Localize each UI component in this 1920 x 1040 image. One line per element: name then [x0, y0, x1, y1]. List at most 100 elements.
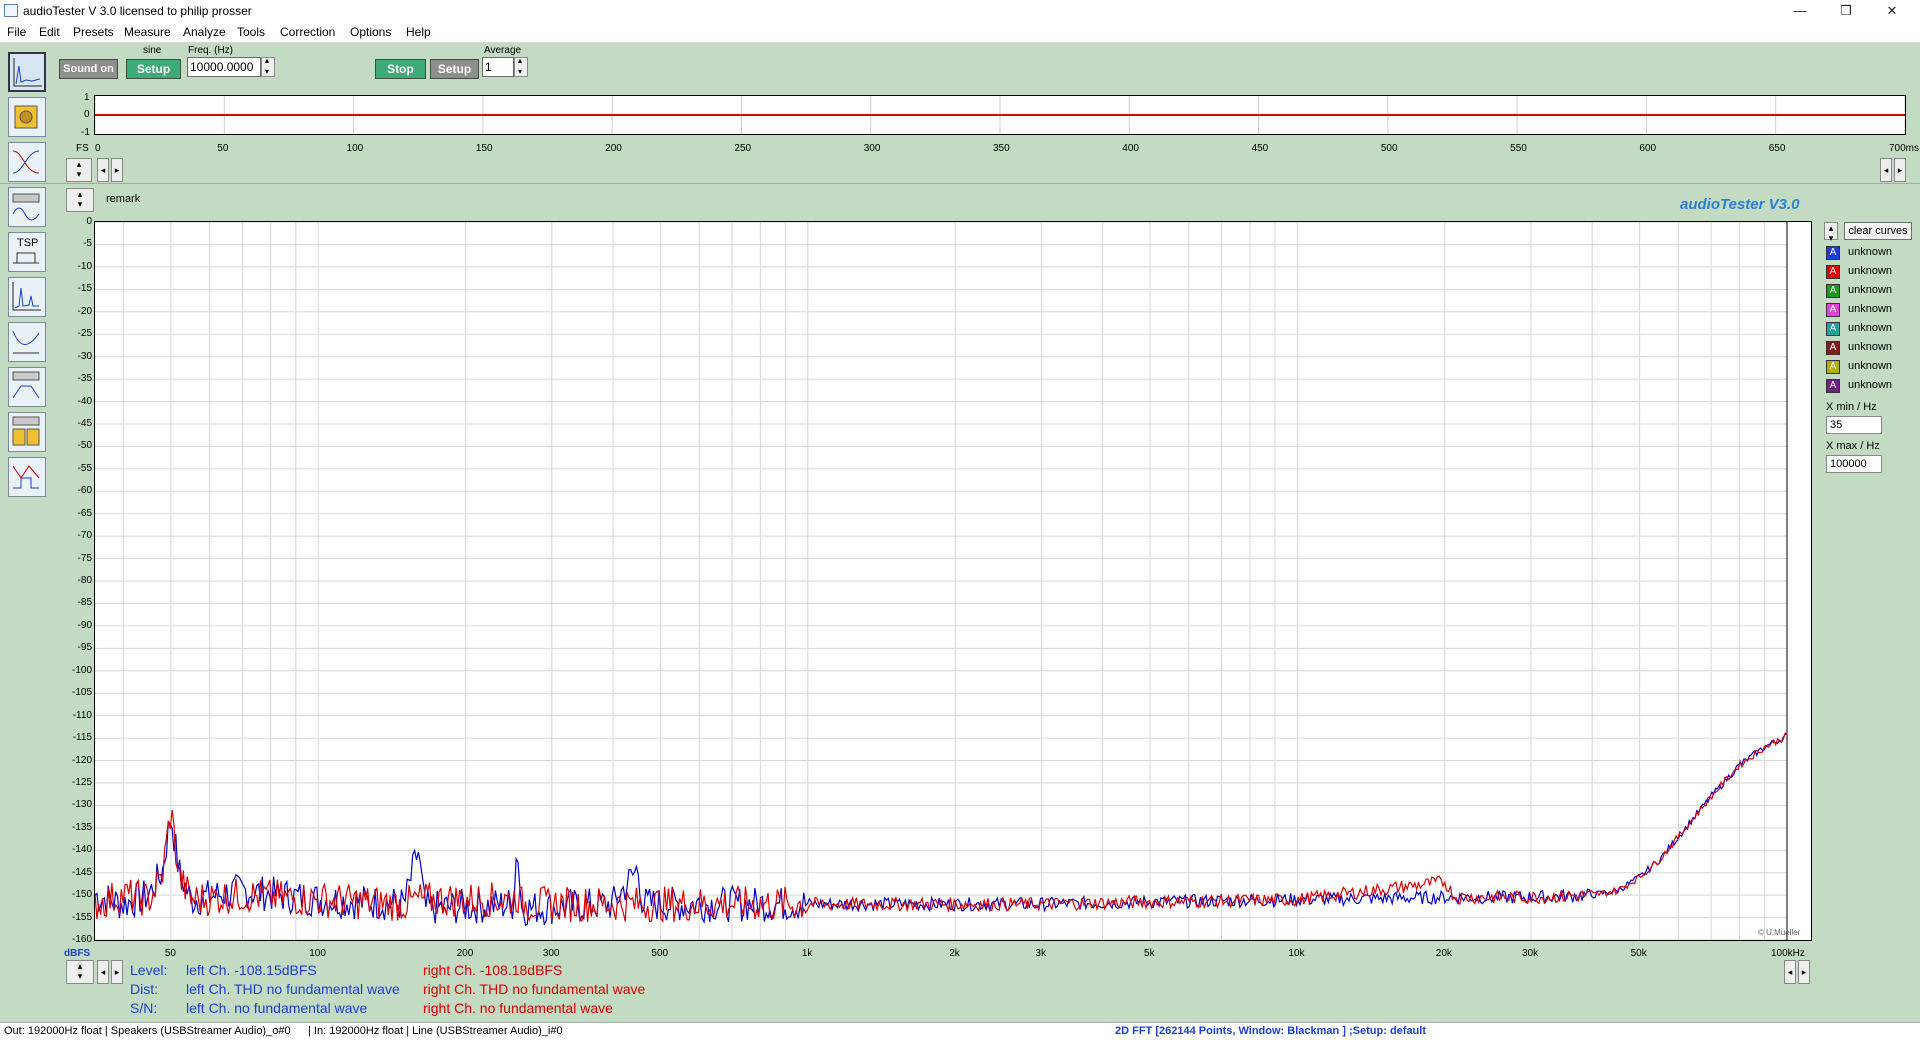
menu-analyze[interactable]: Analyze	[183, 25, 226, 39]
menu-help[interactable]: Help	[406, 25, 431, 39]
time-scroll-right[interactable]: ▸	[111, 158, 123, 182]
time-end-scroll-left[interactable]: ◂	[1880, 158, 1892, 182]
crossover-icon[interactable]	[8, 367, 46, 407]
step-response-icon[interactable]	[8, 457, 46, 497]
average-input[interactable]: 1	[482, 57, 514, 77]
speaker-measure-icon[interactable]	[8, 97, 46, 137]
legend-spinner[interactable]: ▴ ▾	[1824, 222, 1838, 243]
spectrum-icon[interactable]	[8, 52, 46, 92]
y-tick-label: -120	[71, 754, 92, 766]
y-tick-label: -30	[77, 350, 92, 362]
y-tick-label: -65	[77, 507, 92, 519]
sound-on-button[interactable]: Sound on	[59, 59, 118, 79]
title-bar: audioTester V 3.0 licensed to philip pro…	[0, 0, 1920, 22]
legend-swatch[interactable]: A	[1826, 303, 1840, 317]
sn-left-value: left Ch. no fundamental wave	[186, 1000, 368, 1016]
x-tick-label: 50k	[1630, 948, 1647, 959]
fft-scroll-left[interactable]: ◂	[97, 960, 109, 984]
legend-swatch[interactable]: A	[1826, 284, 1840, 298]
fft-x-spinner[interactable]: ▴ ▾	[66, 960, 94, 984]
filter-response-icon[interactable]	[8, 142, 46, 182]
menu-measure[interactable]: Measure	[124, 25, 171, 39]
time-x-tick: 350	[993, 143, 1010, 154]
copyright-label: © U.Mueller	[1758, 928, 1801, 937]
freq-input[interactable]: 10000.0000	[187, 57, 261, 77]
average-spinner[interactable]	[514, 56, 528, 77]
legend-swatch[interactable]: A	[1826, 341, 1840, 355]
level-label: Level:	[130, 962, 168, 978]
fft-y-spinner[interactable]: ▴ ▾	[66, 188, 94, 212]
impulse-icon[interactable]	[8, 187, 46, 227]
remark-label[interactable]: remark	[106, 193, 140, 205]
y-tick-label: -60	[77, 485, 92, 497]
fft-plot-canvas	[94, 221, 1788, 941]
time-x-tick: 500	[1380, 143, 1398, 154]
sn-label: S/N:	[130, 1000, 158, 1016]
xmax-label: X max / Hz	[1826, 440, 1880, 452]
status-mode: 2D FFT [262144 Points, Window: Blackman …	[1115, 1025, 1426, 1037]
y-tick-label: -115	[72, 732, 92, 744]
x-tick-label: 2k	[949, 948, 960, 959]
freq-label: Freq. (Hz)	[188, 45, 233, 56]
freq-spinner[interactable]	[261, 56, 275, 77]
menu-correction[interactable]: Correction	[280, 25, 335, 39]
multi-speaker-icon[interactable]	[8, 412, 46, 452]
time-plot-canvas	[94, 96, 1906, 134]
legend-label: unknown	[1848, 284, 1893, 296]
average-label: Average	[484, 45, 522, 56]
fft-icon[interactable]	[8, 277, 46, 317]
time-x-tick: 600	[1639, 143, 1657, 154]
y-tick-label: 0	[86, 216, 92, 227]
time-x-tick: 550	[1510, 143, 1527, 154]
stop-button[interactable]: Stop	[375, 59, 426, 79]
restore-button[interactable]: ❐	[1823, 0, 1869, 22]
impedance-icon[interactable]	[8, 322, 46, 362]
legend-swatch[interactable]: A	[1826, 360, 1840, 374]
minimize-button[interactable]: —	[1777, 0, 1823, 22]
clear-curves-button[interactable]: clear curves	[1844, 222, 1912, 240]
legend-swatch[interactable]: A	[1826, 379, 1840, 393]
y-tick-label: -75	[77, 552, 92, 564]
xmax-input[interactable]: 100000	[1826, 455, 1882, 473]
y-tick-label: -130	[71, 799, 92, 811]
generator-setup-button[interactable]: Setup	[126, 59, 181, 79]
analyzer-setup-button[interactable]: Setup	[430, 59, 479, 79]
toolbar: Sound on sine Setup Freq. (Hz) 10000.000…	[0, 43, 1920, 91]
menu-presets[interactable]: Presets	[73, 25, 114, 39]
menu-edit[interactable]: Edit	[39, 25, 60, 39]
time-y-tick-neg1: -1	[81, 127, 90, 138]
time-scale-spinner[interactable]: ▴ ▾	[66, 158, 92, 182]
time-x-tick: 150	[475, 143, 493, 154]
menu-file[interactable]: File	[7, 25, 26, 39]
y-tick-label: -35	[77, 373, 92, 385]
menu-tools[interactable]: Tools	[237, 25, 265, 39]
y-tick-label: -125	[71, 776, 92, 788]
fft-scroll-right[interactable]: ▸	[111, 960, 123, 984]
y-tick-label: -105	[71, 687, 92, 699]
xmin-input[interactable]: 35	[1826, 416, 1882, 434]
dist-label: Dist:	[130, 981, 158, 997]
menu-bar: File Edit Presets Measure Analyze Tools …	[0, 22, 1920, 43]
time-x-tick: 0	[95, 143, 101, 154]
x-tick-label: 1k	[801, 948, 813, 959]
y-tick-label: -15	[77, 283, 92, 295]
x-tick-label: 50	[164, 948, 176, 959]
time-scroll-left[interactable]: ◂	[97, 158, 109, 182]
time-x-tick: 450	[1251, 143, 1269, 154]
x-tick-label: 30k	[1522, 948, 1539, 959]
y-tick-label: -110	[72, 709, 92, 721]
y-tick-label: -10	[77, 260, 92, 272]
menu-options[interactable]: Options	[350, 25, 391, 39]
legend-swatch[interactable]: A	[1826, 246, 1840, 260]
close-button[interactable]: ✕	[1869, 0, 1915, 22]
tsp-icon[interactable]: TSP	[8, 232, 46, 272]
fft-end-scroll-left[interactable]: ◂	[1784, 960, 1796, 984]
y-unit-label: dBFS	[64, 948, 91, 959]
signal-type-label: sine	[143, 45, 162, 56]
legend-swatch[interactable]: A	[1826, 265, 1840, 279]
legend-label: unknown	[1848, 341, 1893, 353]
y-tick-label: -85	[77, 597, 92, 609]
legend-swatch[interactable]: A	[1826, 322, 1840, 336]
fft-end-scroll-right[interactable]: ▸	[1798, 960, 1810, 984]
time-end-scroll-right[interactable]: ▸	[1894, 158, 1906, 182]
